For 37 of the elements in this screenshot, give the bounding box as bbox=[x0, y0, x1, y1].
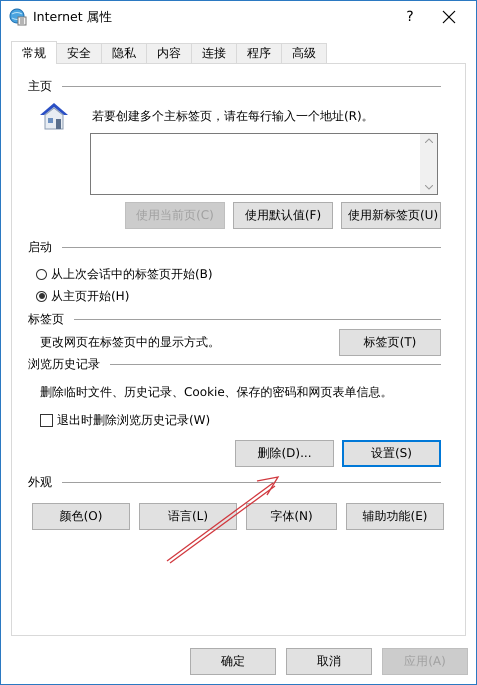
globe-icon bbox=[9, 8, 27, 26]
tab[interactable]: 内容 bbox=[146, 43, 192, 63]
appearance-button[interactable]: 辅助功能(E) bbox=[346, 503, 444, 530]
tab[interactable]: 高级 bbox=[281, 43, 327, 63]
appearance-button[interactable]: 字体(N) bbox=[246, 503, 337, 530]
appearance-button[interactable]: 颜色(O) bbox=[32, 503, 130, 530]
close-icon[interactable] bbox=[442, 10, 456, 24]
help-button[interactable]: ? bbox=[390, 9, 430, 25]
tab[interactable]: 常规 bbox=[11, 41, 57, 64]
group-heading: 浏览历史记录 bbox=[28, 356, 100, 373]
action-button[interactable]: 设置(S) bbox=[342, 440, 441, 467]
tabs-button[interactable]: 标签页(T) bbox=[339, 329, 441, 356]
group-heading: 主页 bbox=[28, 78, 52, 95]
action-button[interactable]: 使用新标签页(U) bbox=[341, 202, 441, 229]
tab[interactable]: 程序 bbox=[236, 43, 282, 63]
address-field[interactable] bbox=[90, 133, 438, 195]
group-heading: 标签页 bbox=[28, 311, 64, 328]
tab[interactable]: 隐私 bbox=[101, 43, 147, 63]
description-text: 删除临时文件、历史记录、Cookie、保存的密码和网页表单信息。 bbox=[40, 385, 393, 399]
hint-text: 若要创建多个主标签页，请在每行输入一个地址(R)。 bbox=[92, 108, 374, 124]
action-button[interactable]: 删除(D)... bbox=[235, 440, 334, 467]
appearance-button[interactable]: 语言(L) bbox=[139, 503, 237, 530]
radio-option[interactable]: 从上次会话中的标签页开始(B) bbox=[36, 263, 441, 285]
tab[interactable]: 安全 bbox=[56, 43, 102, 63]
scroll-up-icon[interactable] bbox=[424, 138, 432, 143]
checkbox-option[interactable]: 退出时删除浏览历史记录(W) bbox=[28, 409, 441, 431]
tab[interactable]: 连接 bbox=[191, 43, 237, 63]
dialog-button[interactable]: 取消 bbox=[286, 648, 372, 675]
group-heading: 外观 bbox=[28, 474, 52, 491]
description-text: 更改网页在标签页中的显示方式。 bbox=[40, 334, 220, 351]
house-icon bbox=[38, 101, 70, 131]
dialog-button[interactable]: 确定 bbox=[190, 648, 276, 675]
group-heading: 启动 bbox=[28, 239, 52, 256]
window-title: Internet 属性 bbox=[33, 8, 114, 26]
action-button[interactable]: 使用默认值(F) bbox=[233, 202, 333, 229]
scroll-down-icon[interactable] bbox=[424, 185, 432, 190]
radio-option[interactable]: 从主页开始(H) bbox=[36, 285, 441, 307]
